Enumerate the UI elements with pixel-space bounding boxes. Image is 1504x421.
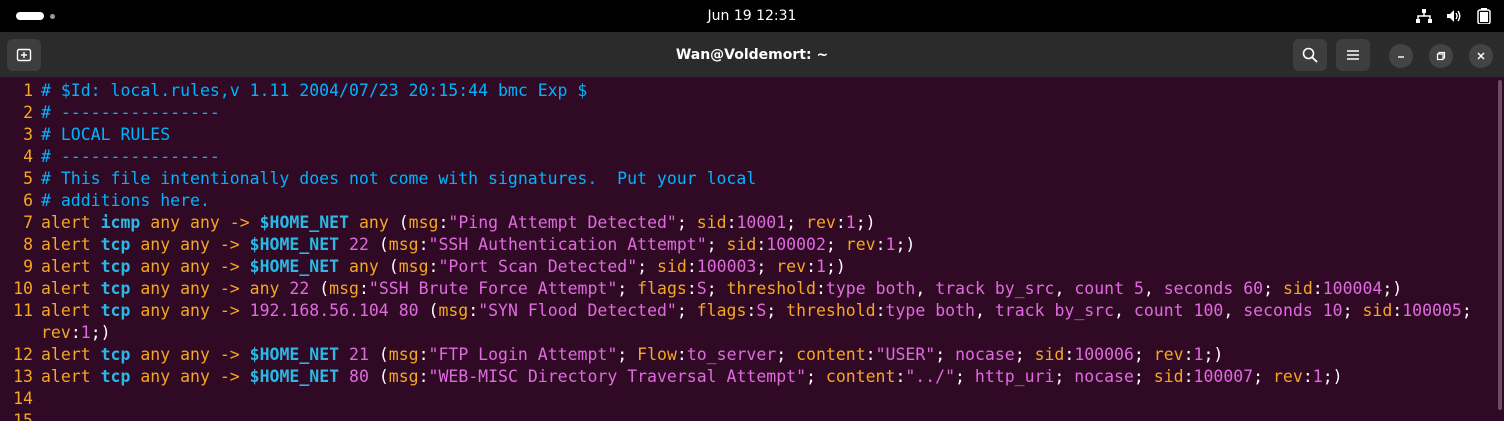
line-text[interactable]: # ---------------- [41,103,220,122]
volume-icon [1444,6,1464,26]
editor-line: 11 alert tcp any any -> 192.168.56.104 80… [0,300,1472,322]
maximize-button[interactable] [1429,44,1453,68]
close-icon [1477,52,1485,60]
editor-line: 3 # LOCAL RULES [0,124,1472,146]
line-text[interactable]: # LOCAL RULES [41,125,170,144]
line-number: 7 [23,213,33,232]
editor-line: 8 alert tcp any any -> $HOME_NET 22 (msg:… [0,234,1472,256]
line-number: 2 [23,103,33,122]
line-number: 12 [13,345,33,364]
line-text[interactable]: alert tcp any any -> 192.168.56.104 80 (… [41,301,1472,320]
line-number: 14 [13,389,33,408]
maximize-icon [1436,51,1446,61]
window-title: Wan@Voldemort: ~ [675,47,829,63]
line-text[interactable]: rev:1;) [41,323,111,342]
line-text[interactable]: # This file intentionally does not come … [41,169,756,188]
line-number: 10 [13,279,33,298]
line-text[interactable]: alert tcp any any -> $HOME_NET 80 (msg:"… [41,367,1343,386]
line-number: 4 [23,147,33,166]
terminal-view[interactable]: 1 # $Id: local.rules,v 1.11 2004/07/23 20… [0,78,1504,421]
system-tray[interactable] [1414,6,1494,26]
new-tab-icon [16,48,32,62]
editor-line: 4 # ---------------- [0,146,1472,168]
close-button[interactable] [1469,44,1493,68]
menu-button[interactable] [1336,39,1370,71]
battery-icon [1474,6,1494,26]
search-button[interactable] [1293,39,1327,71]
minimize-icon [1398,56,1404,58]
line-number: 13 [13,367,33,386]
line-text[interactable]: alert tcp any any -> $HOME_NET 22 (msg:"… [41,235,915,254]
line-number: 8 [23,235,33,254]
line-text[interactable]: alert icmp any any -> $HOME_NET any (msg… [41,213,876,232]
network-icon [1414,6,1434,26]
line-text[interactable]: # ---------------- [41,147,220,166]
workspace-pill [16,12,44,20]
editor-line: rev:1;) [0,322,1472,344]
menu-icon [1347,50,1359,60]
search-icon [1302,47,1318,63]
editor-line: 2 # ---------------- [0,102,1472,124]
line-number: 9 [23,257,33,276]
line-number: 5 [23,169,33,188]
editor-line: 9 alert tcp any any -> $HOME_NET any (msg… [0,256,1472,278]
editor-line: 12 alert tcp any any -> $HOME_NET 21 (msg… [0,344,1472,366]
activities-indicator[interactable] [16,12,55,20]
line-text[interactable]: alert tcp any any -> $HOME_NET 21 (msg:"… [41,345,1223,364]
editor-line: 13 alert tcp any any -> $HOME_NET 80 (msg… [0,366,1472,388]
editor-line: 5 # This file intentionally does not come… [0,168,1472,190]
line-number: 15 [13,411,33,421]
window-titlebar: Wan@Voldemort: ~ [0,32,1504,78]
clock[interactable]: Jun 19 12:31 [708,8,797,24]
editor-line: 10 alert tcp any any -> any 22 (msg:"SSH … [0,278,1472,300]
line-number: 1 [23,81,33,100]
workspace-dot [50,13,55,19]
top-bar: Jun 19 12:31 [0,0,1504,32]
scrollbar[interactable] [1498,80,1502,410]
editor-lines: 1 # $Id: local.rules,v 1.11 2004/07/23 20… [0,80,1472,421]
editor-line: 14 [0,388,1472,410]
editor-line: 6 # additions here. [0,190,1472,212]
new-tab-button[interactable] [7,39,41,71]
line-text[interactable]: alert tcp any any -> any 22 (msg:"SSH Br… [41,279,1402,298]
line-number: 3 [23,125,33,144]
line-text[interactable]: # $Id: local.rules,v 1.11 2004/07/23 20:… [41,81,587,100]
editor-line: 15 [0,410,1472,421]
line-number: 11 [13,301,33,320]
minimize-button[interactable] [1389,44,1413,68]
editor-line: 1 # $Id: local.rules,v 1.11 2004/07/23 20… [0,80,1472,102]
line-number: 6 [23,191,33,210]
editor-line: 7 alert icmp any any -> $HOME_NET any (ms… [0,212,1472,234]
line-text[interactable]: alert tcp any any -> $HOME_NET any (msg:… [41,257,846,276]
line-text[interactable]: # additions here. [41,191,210,210]
